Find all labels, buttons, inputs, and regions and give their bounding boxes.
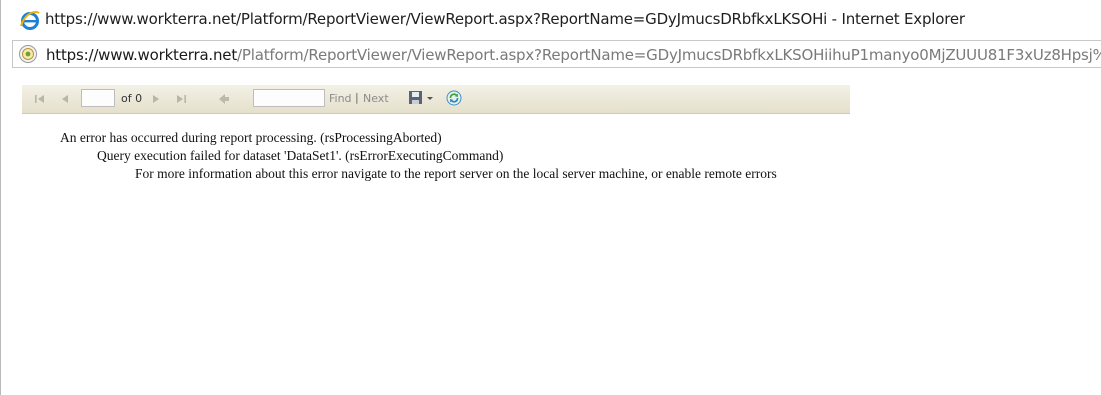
url-path: /Platform/ReportViewer/ViewReport.aspx?R… xyxy=(237,46,1101,64)
find-text-input[interactable] xyxy=(253,89,325,107)
window-title: https://www.workterra.net/Platform/Repor… xyxy=(45,10,965,28)
previous-page-icon[interactable] xyxy=(58,92,72,106)
page-number-input[interactable] xyxy=(81,89,115,107)
error-detail-line: Query execution failed for dataset 'Data… xyxy=(97,148,504,163)
error-info-line: For more information about this error na… xyxy=(135,166,777,181)
next-page-icon[interactable] xyxy=(149,92,163,106)
export-save-icon[interactable] xyxy=(407,90,437,106)
browser-window: https://www.workterra.net/Platform/Repor… xyxy=(0,0,1101,395)
find-next-separator: | xyxy=(355,91,359,104)
first-page-icon[interactable] xyxy=(33,92,47,106)
find-next-link[interactable]: Next xyxy=(363,92,389,105)
internet-explorer-icon xyxy=(20,10,40,30)
report-viewer-toolbar: of 0 Find | Next xyxy=(22,85,850,114)
url-host: https://www.workterra.net xyxy=(46,46,238,64)
find-link[interactable]: Find xyxy=(329,92,352,105)
last-page-icon[interactable] xyxy=(174,92,188,106)
address-bar[interactable]: https://www.workterra.net/Platform/Repor… xyxy=(12,40,1101,68)
error-message-line: An error has occurred during report proc… xyxy=(60,130,442,145)
title-bar: https://www.workterra.net/Platform/Repor… xyxy=(1,0,1101,38)
security-globe-icon xyxy=(19,45,37,63)
url-text[interactable]: https://www.workterra.net/Platform/Repor… xyxy=(46,46,1101,64)
back-to-parent-icon[interactable] xyxy=(217,92,231,106)
refresh-icon[interactable] xyxy=(446,90,462,106)
page-count-label: of 0 xyxy=(121,92,143,105)
